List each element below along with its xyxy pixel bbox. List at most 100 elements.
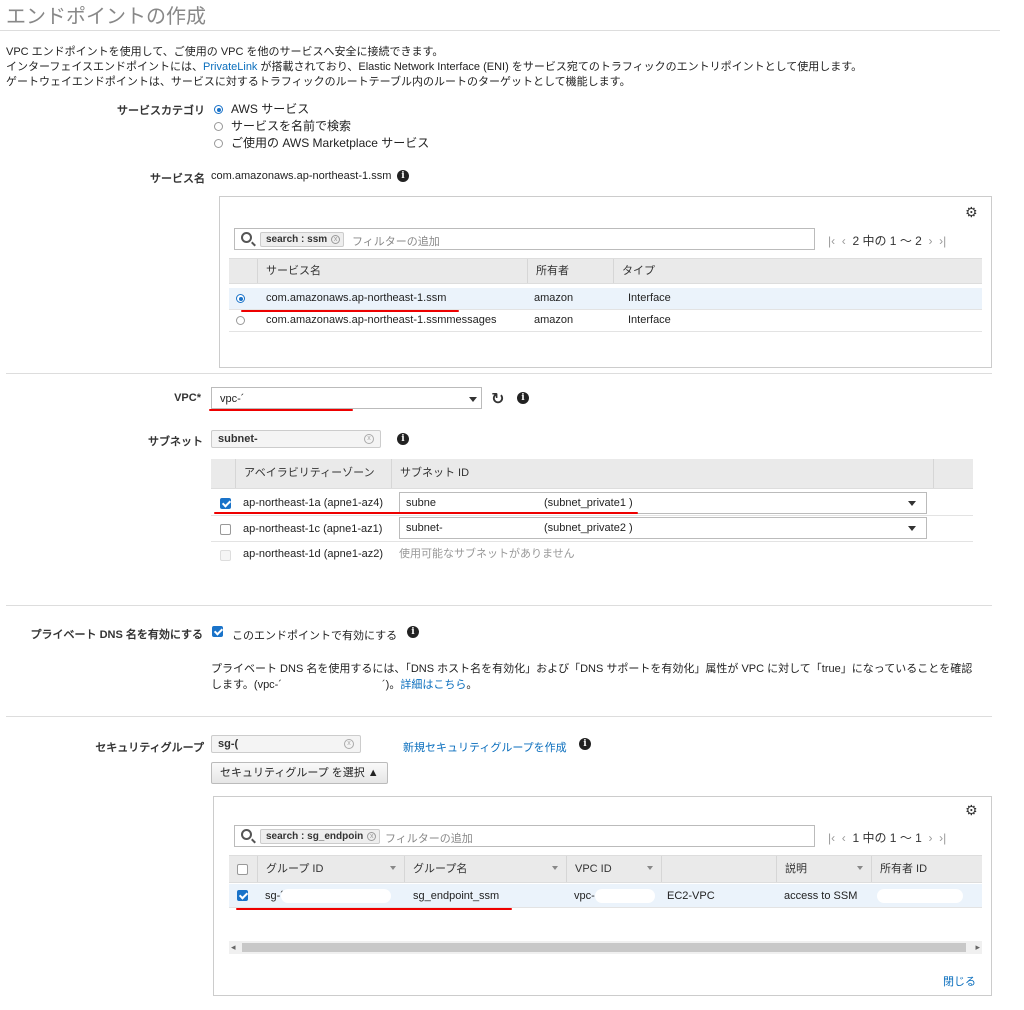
row-checkbox[interactable] [220, 498, 231, 509]
token-clear-icon[interactable]: x [367, 832, 377, 841]
private-dns-checkbox-label: このエンドポイントで有効にする [232, 630, 398, 642]
subnet-select-value: subnet- [406, 522, 443, 534]
next-page-icon[interactable]: › [929, 234, 933, 248]
column-header-description[interactable]: 説明 [776, 856, 871, 882]
search-token[interactable]: search : sg_endpoin x [260, 829, 381, 844]
column-header-empty [933, 459, 973, 488]
radio-button[interactable] [214, 105, 223, 114]
filter-clear-icon[interactable]: x [344, 739, 354, 749]
first-page-icon[interactable]: |‹ [828, 234, 835, 248]
radio-marketplace[interactable]: ご使用の AWS Marketplace サービス [214, 134, 429, 151]
vpc-select[interactable]: vpc-´ [211, 387, 482, 409]
radio-search-by-name[interactable]: サービスを名前で検索 [214, 117, 351, 134]
column-header-availability-zone[interactable]: アベイラビリティーゾーン [235, 459, 390, 488]
availability-zone-cell: ap-northeast-1a (apne1-az4) [243, 497, 384, 509]
description-cell: access to SSM [784, 890, 858, 902]
page-title: エンドポイントの作成 [6, 6, 206, 28]
row-radio[interactable] [236, 316, 245, 325]
intro-line-2: インターフェイスエンドポイントには、PrivateLink が搭載されており、E… [6, 60, 862, 75]
security-group-pager: |‹ ‹ 1 中の 1 ～ 1 › ›| [828, 829, 946, 846]
close-link[interactable]: 閉じる [943, 973, 976, 989]
learn-more-link[interactable]: 詳細はこちら [400, 679, 466, 691]
services-table-header: サービス名 所有者 タイプ [229, 258, 982, 284]
last-page-icon[interactable]: ›| [939, 831, 946, 845]
subnet-table-header: アベイラビリティーゾーン サブネット ID [211, 459, 973, 489]
column-header-subnet-id[interactable]: サブネット ID [391, 459, 933, 488]
security-group-filter[interactable]: sg-( x [211, 735, 361, 753]
redacted-mask [877, 889, 963, 903]
owner-cell: amazon [534, 314, 574, 326]
service-name-cell: com.amazonaws.ap-northeast-1.ssm [266, 292, 447, 304]
column-header-text: VPC ID [575, 863, 612, 875]
select-security-group-button[interactable]: セキュリティグループ を選択 ▲ [211, 762, 388, 784]
privatelink-link[interactable]: PrivateLink [203, 61, 257, 73]
filter-clear-icon[interactable]: x [364, 434, 374, 444]
row-checkbox [220, 550, 231, 561]
column-header-vpc-name[interactable] [661, 856, 776, 882]
radio-button[interactable] [214, 139, 223, 148]
create-security-group-link[interactable]: 新規セキュリティグループを作成 [403, 739, 567, 755]
subnet-filter-text: subnet- [218, 433, 258, 445]
row-radio[interactable] [236, 294, 245, 303]
prev-page-icon[interactable]: ‹ [842, 831, 846, 845]
prev-page-icon[interactable]: ‹ [842, 234, 846, 248]
no-subnet-message: 使用可能なサブネットがありません [399, 548, 575, 560]
select-all-checkbox[interactable] [237, 864, 248, 875]
private-dns-checkbox[interactable] [212, 626, 223, 637]
sort-icon [647, 866, 653, 870]
row-checkbox[interactable] [220, 524, 231, 535]
column-header-owner-id[interactable]: 所有者 ID [871, 856, 982, 882]
search-token-text: search : ssm [266, 234, 328, 245]
services-search-input[interactable]: search : ssm x フィルターの追加 [234, 228, 815, 250]
column-header-service-name[interactable]: サービス名 [257, 259, 527, 283]
sort-icon [552, 866, 558, 870]
radio-label: サービスを名前で検索 [231, 119, 352, 133]
token-clear-icon[interactable]: x [331, 235, 341, 244]
subnet-select[interactable]: subnet- (subnet_private2 ) [399, 517, 927, 539]
table-row[interactable]: ap-northeast-1c (apne1-az1) subnet- (sub… [211, 516, 973, 542]
first-page-icon[interactable]: |‹ [828, 831, 835, 845]
refresh-icon[interactable]: ↻ [491, 389, 504, 409]
table-row[interactable]: com.amazonaws.ap-northeast-1.ssm amazon … [229, 288, 982, 310]
info-icon[interactable]: i [579, 738, 591, 750]
radio-button[interactable] [214, 122, 223, 131]
annotation-underline [236, 908, 512, 910]
subnet-filter[interactable]: subnet- x [211, 430, 381, 448]
service-name-cell: com.amazonaws.ap-northeast-1.ssmmessages [266, 314, 497, 326]
column-header-owner[interactable]: 所有者 [527, 259, 605, 283]
last-page-icon[interactable]: ›| [939, 234, 946, 248]
search-token[interactable]: search : ssm x [260, 232, 345, 247]
gear-icon[interactable]: ⚙ [965, 802, 978, 819]
section-divider [6, 373, 992, 374]
radio-aws-services[interactable]: AWS サービス [214, 100, 309, 117]
row-checkbox[interactable] [237, 890, 248, 901]
horizontal-scrollbar[interactable]: ◂ ▸ [229, 941, 982, 954]
type-cell: Interface [628, 292, 671, 304]
info-icon[interactable]: i [397, 433, 409, 445]
scrollbar-thumb[interactable] [242, 943, 966, 952]
pager-text: 2 中の 1 ～ 2 [852, 234, 922, 248]
owner-cell: amazon [534, 292, 574, 304]
security-group-search-input[interactable]: search : sg_endpoin x フィルターの追加 [234, 825, 815, 847]
column-header-group-id[interactable]: グループ ID [257, 856, 404, 882]
scroll-right-icon[interactable]: ▸ [975, 942, 980, 953]
column-header-group-name[interactable]: グループ名 [404, 856, 566, 882]
table-row[interactable]: com.amazonaws.ap-northeast-1.ssmmessages… [229, 310, 982, 332]
gear-icon[interactable]: ⚙ [965, 204, 978, 221]
vpc-label: VPC* [174, 392, 201, 404]
info-icon[interactable]: i [517, 392, 529, 404]
sort-icon [390, 866, 396, 870]
service-category-label: サービスカテゴリ [117, 105, 205, 117]
table-row[interactable]: sg-´ sg_endpoint_ssm vpc- EC2-VPC access… [229, 884, 982, 908]
scroll-left-icon[interactable]: ◂ [231, 942, 236, 953]
chevron-down-icon [908, 501, 916, 506]
filter-placeholder: フィルターの追加 [352, 236, 440, 248]
security-group-label: セキュリティグループ [95, 742, 204, 754]
info-icon[interactable]: i [397, 170, 409, 182]
column-header-vpc-id[interactable]: VPC ID [566, 856, 661, 882]
next-page-icon[interactable]: › [929, 831, 933, 845]
subnet-select[interactable]: subne (subnet_private1 ) [399, 492, 927, 514]
intro-line-1: VPC エンドポイントを使用して、ご使用の VPC を他のサービスへ安全に接続で… [6, 46, 444, 58]
info-icon[interactable]: i [407, 626, 419, 638]
column-header-type[interactable]: タイプ [613, 259, 982, 283]
